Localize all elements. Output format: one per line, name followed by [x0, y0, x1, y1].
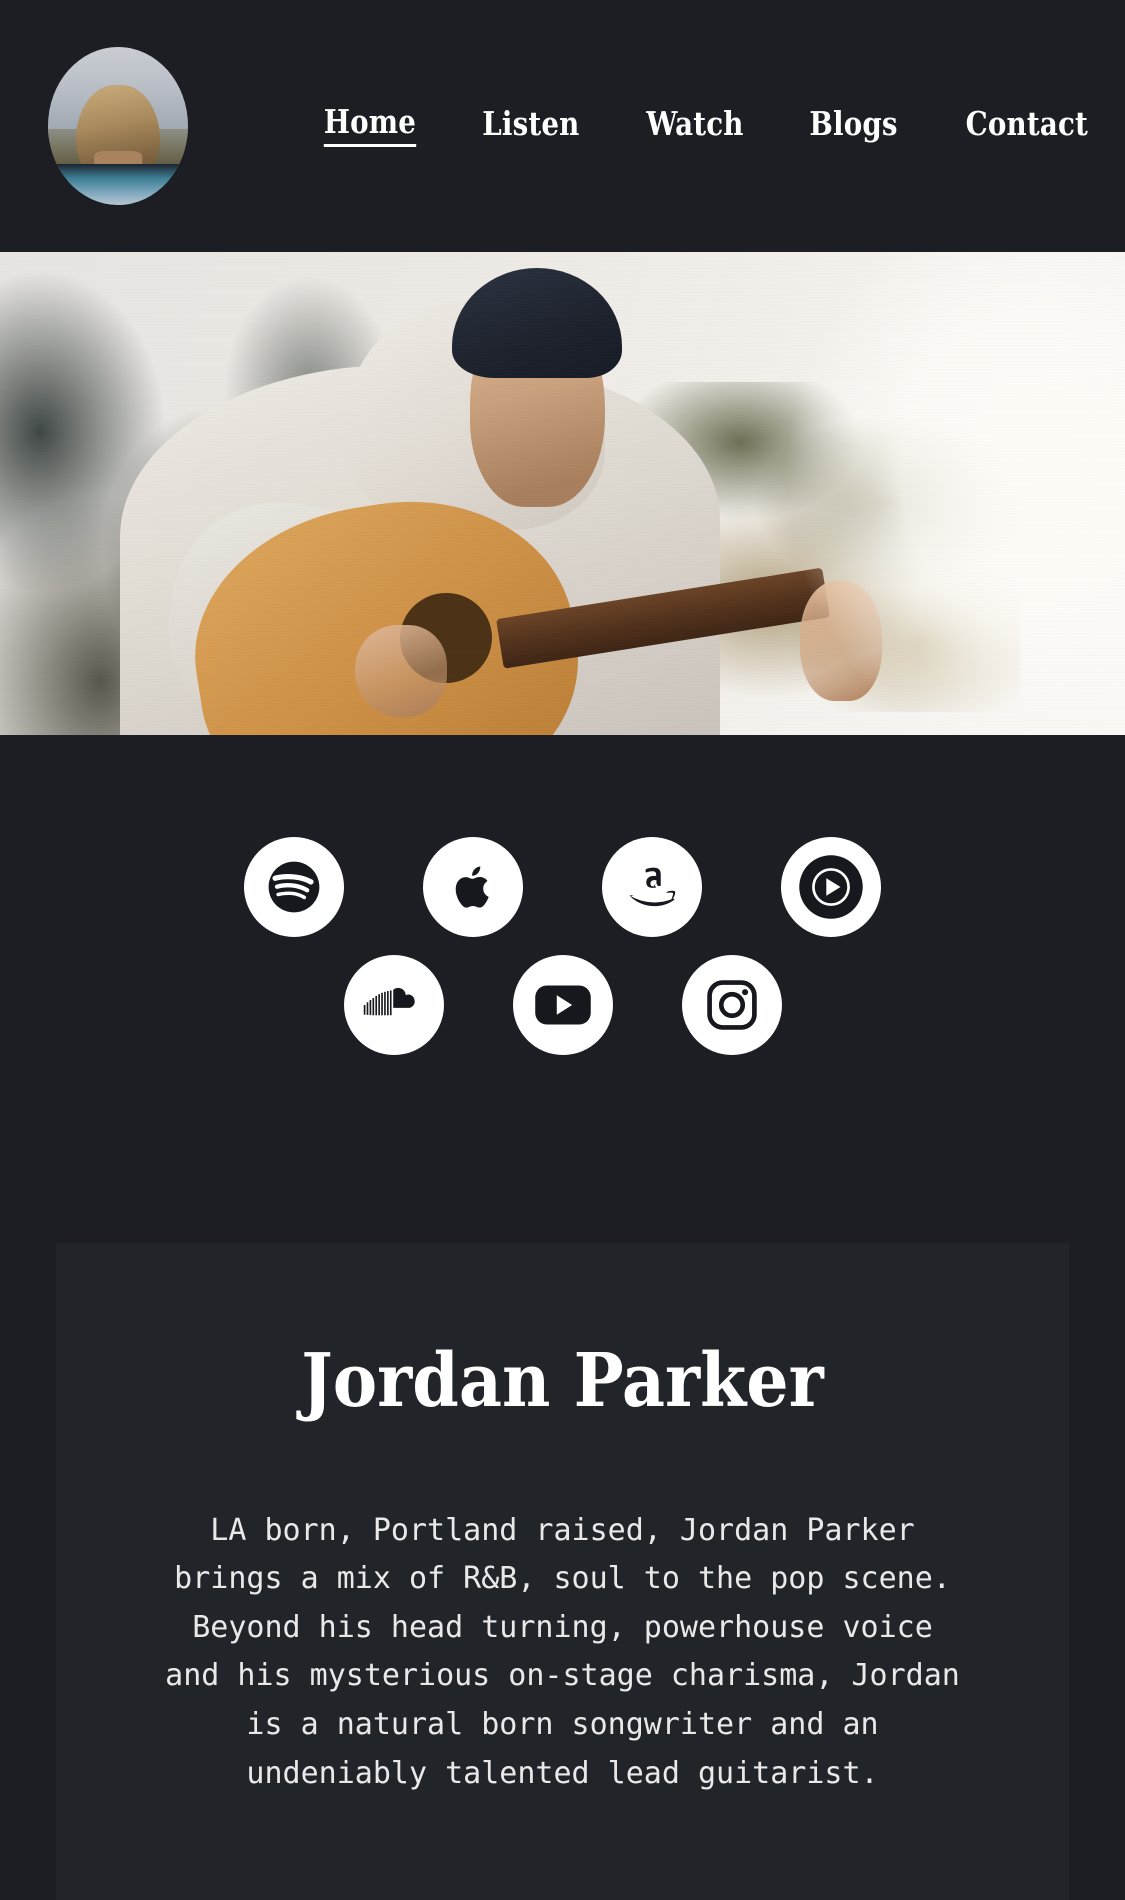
nav-item-listen[interactable]: Listen — [482, 107, 579, 146]
instagram-icon[interactable] — [681, 955, 782, 1055]
nav-item-contact[interactable]: Contact — [965, 107, 1087, 146]
main-navigation: Home Listen Watch Blogs Contact — [315, 105, 1099, 147]
artist-name-heading: Jordan Parker — [301, 1338, 824, 1424]
streaming-links — [0, 735, 1125, 1151]
streaming-links-row-1 — [0, 837, 1125, 937]
nav-item-blogs[interactable]: Blogs — [809, 107, 897, 146]
soundcloud-icon[interactable] — [343, 955, 444, 1055]
hero-strumming-hand — [355, 625, 447, 717]
nav-item-watch[interactable]: Watch — [646, 107, 743, 146]
avatar-jacket — [48, 163, 188, 205]
apple-music-icon[interactable] — [423, 837, 523, 937]
hero-image — [0, 252, 1125, 735]
profile-avatar[interactable] — [48, 47, 188, 205]
youtube-icon[interactable] — [512, 955, 613, 1055]
amazon-music-icon[interactable] — [602, 837, 702, 937]
spotify-icon[interactable] — [244, 837, 344, 937]
nav-item-home[interactable]: Home — [323, 105, 417, 147]
about-card: Jordan Parker LA born, Portland raised, … — [56, 1243, 1069, 1900]
hero-light-glare — [685, 252, 1125, 735]
site-header: Home Listen Watch Blogs Contact — [0, 0, 1125, 252]
youtube-music-icon[interactable] — [781, 837, 881, 937]
streaming-links-row-2 — [0, 955, 1125, 1055]
artist-bio-text: LA born, Portland raised, Jordan Parker … — [165, 1512, 960, 1791]
